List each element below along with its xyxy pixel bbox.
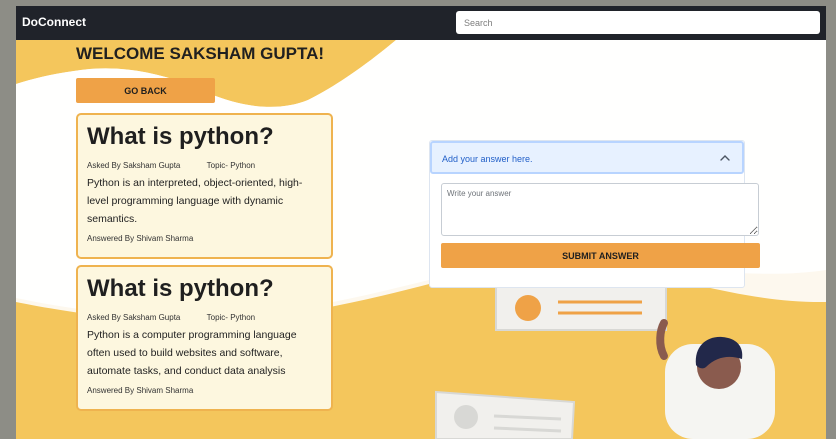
answered-by-label: Answered By Shivam Sharma: [87, 386, 194, 395]
question-meta: Asked By Saksham Gupta Topic- Python: [87, 313, 255, 322]
topic-label: Topic- Python: [206, 313, 256, 322]
answer-accordion-title: Add your answer here.: [442, 154, 533, 164]
question-meta: Asked By Saksham Gupta Topic- Python: [87, 161, 255, 170]
answer-text: Python is an interpreted, object-oriente…: [87, 177, 303, 225]
question-card: What is python? Asked By Saksham Gupta T…: [76, 113, 333, 259]
submit-answer-button[interactable]: SUBMIT ANSWER: [441, 243, 760, 268]
welcome-heading: WELCOME SAKSHAM GUPTA!: [76, 44, 325, 63]
answer-accordion-panel: Add your answer here. SUBMIT ANSWER: [429, 140, 760, 288]
asked-by-label: Asked By Saksham Gupta: [87, 161, 181, 170]
brand-logo-text[interactable]: DoConnect: [22, 15, 86, 29]
app-screen: DoConnect WELCOME SAKSHAM GUPTA! GO BACK…: [16, 6, 826, 439]
search-input[interactable]: [456, 11, 820, 34]
answer-textarea[interactable]: [441, 183, 759, 236]
top-navbar: DoConnect: [16, 6, 826, 40]
chevron-up-icon[interactable]: [718, 151, 732, 165]
go-back-button[interactable]: GO BACK: [76, 78, 215, 103]
answered-by-label: Answered By Shivam Sharma: [87, 234, 194, 243]
question-title: What is python?: [87, 123, 274, 150]
question-title: What is python?: [87, 275, 274, 302]
answer-text: Python is a computer programming languag…: [87, 329, 297, 377]
topic-label: Topic- Python: [206, 161, 256, 170]
asked-by-label: Asked By Saksham Gupta: [87, 313, 181, 322]
window-frame: DoConnect WELCOME SAKSHAM GUPTA! GO BACK…: [0, 0, 836, 439]
question-card: What is python? Asked By Saksham Gupta T…: [76, 265, 333, 411]
answer-accordion-header[interactable]: Add your answer here.: [430, 141, 744, 174]
